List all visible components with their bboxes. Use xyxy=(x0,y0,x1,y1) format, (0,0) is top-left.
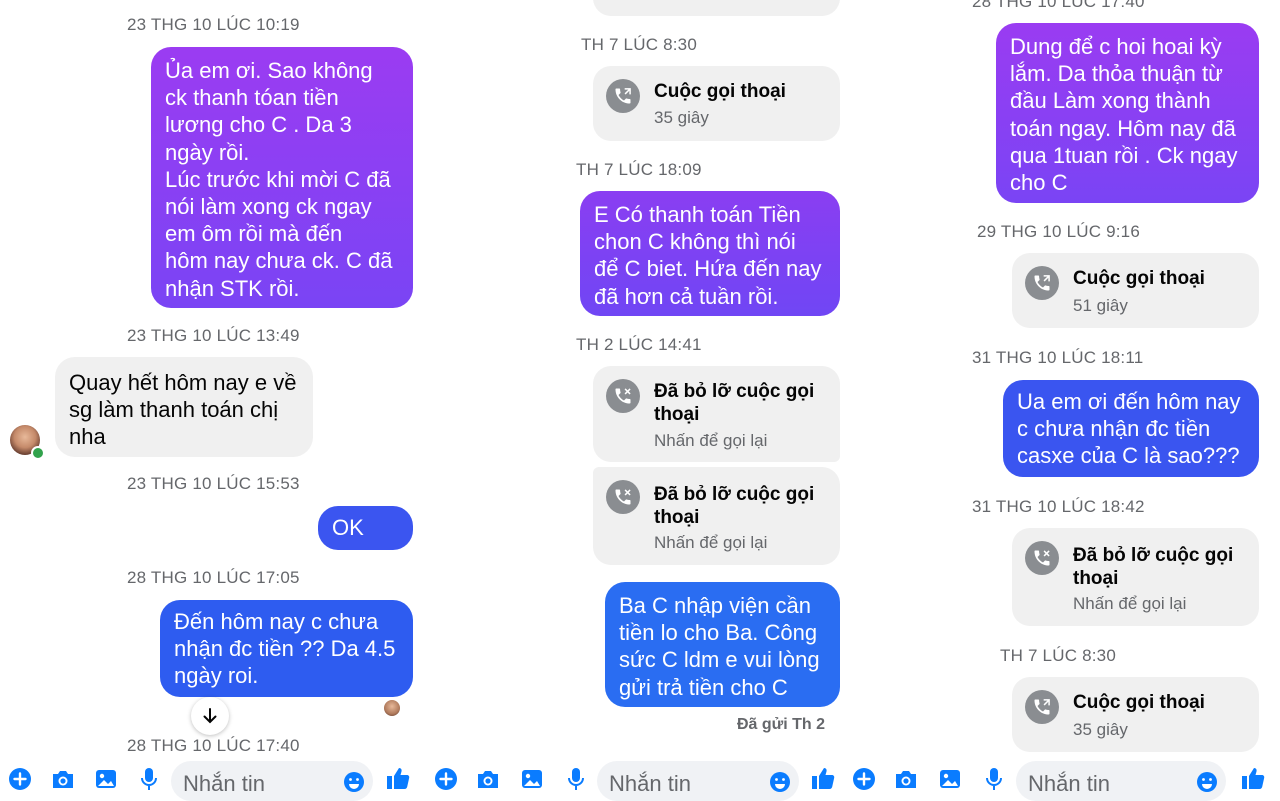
timestamp: 23 THG 10 LÚC 15:53 xyxy=(127,474,300,493)
scroll-down-button[interactable] xyxy=(191,697,229,735)
chat-panel-2: TH 7 LÚC 8:30 Cuộc gọi thoại 35 giây TH … xyxy=(428,0,852,794)
phone-icon xyxy=(606,79,640,113)
timestamp: 23 THG 10 LÚC 10:19 xyxy=(127,15,300,34)
timestamp: 23 THG 10 LÚC 13:49 xyxy=(127,326,300,345)
sent-message[interactable]: Dung để c hoi hoai kỳ lắm. Da thỏa thuận… xyxy=(996,23,1259,203)
call-callback-hint: Nhấn để gọi lại xyxy=(654,533,768,552)
timestamp: 28 THG 10 LÚC 17:05 xyxy=(127,568,300,587)
thumbs-up-icon[interactable] xyxy=(810,765,836,791)
missed-call-icon xyxy=(606,480,640,514)
call-title: Cuộc gọi thoại xyxy=(1073,692,1205,713)
arrow-down-icon xyxy=(203,708,217,724)
missed-call-icon xyxy=(1025,541,1059,575)
image-icon[interactable] xyxy=(938,767,962,791)
timestamp: 31 THG 10 LÚC 18:11 xyxy=(972,348,1144,367)
call-callback-hint: Nhấn để gọi lại xyxy=(654,431,768,450)
camera-icon[interactable] xyxy=(893,767,919,791)
phone-icon xyxy=(1025,690,1059,724)
composer-bar-3: Nhắn tin xyxy=(853,757,1280,801)
message-input-placeholder: Nhắn tin xyxy=(1028,771,1110,796)
timestamp: TH 7 LÚC 8:30 xyxy=(581,35,697,54)
image-icon[interactable] xyxy=(520,767,544,791)
online-status-dot xyxy=(31,446,45,460)
sent-message[interactable]: Ba C nhập viện cần tiền lo cho Ba. Công … xyxy=(605,582,840,707)
camera-icon[interactable] xyxy=(50,767,76,791)
missed-call-bubble[interactable]: Đã bỏ lỡ cuộc gọi thoại Nhấn để gọi lại xyxy=(593,366,840,462)
received-message[interactable]: Quay hết hôm nay e về sg làm thanh toán … xyxy=(55,357,313,457)
microphone-icon[interactable] xyxy=(140,767,158,791)
call-callback-hint: Nhấn để gọi lại xyxy=(1073,594,1187,613)
sent-message[interactable]: Đến hôm nay c chưa nhận đc tiền ?? Da 4.… xyxy=(160,600,413,697)
missed-call-icon xyxy=(606,379,640,413)
chat-panel-3: 28 THG 10 LÚC 17:40 Dung để c hoi hoai k… xyxy=(856,0,1280,794)
call-duration: 35 giây xyxy=(654,108,709,127)
missed-call-bubble[interactable]: Đã bỏ lỡ cuộc gọi thoại Nhấn để gọi lại xyxy=(1012,528,1259,626)
plus-circle-icon[interactable] xyxy=(8,767,32,791)
emoji-icon[interactable] xyxy=(769,771,791,793)
missed-call-bubble[interactable]: Đã bỏ lỡ cuộc gọi thoại Nhấn để gọi lại xyxy=(593,467,840,565)
timestamp: TH 7 LÚC 8:30 xyxy=(1000,646,1116,665)
phone-icon xyxy=(1025,266,1059,300)
emoji-icon[interactable] xyxy=(1196,771,1218,793)
message-input-placeholder: Nhắn tin xyxy=(609,771,691,796)
timestamp: 29 THG 10 LÚC 9:16 xyxy=(977,222,1140,241)
camera-icon[interactable] xyxy=(475,767,501,791)
thumbs-up-icon[interactable] xyxy=(1240,765,1266,791)
message-input-placeholder: Nhắn tin xyxy=(183,771,265,796)
call-title: Đã bỏ lỡ cuộc gọi thoại xyxy=(654,381,815,425)
emoji-icon[interactable] xyxy=(343,771,365,793)
call-title: Đã bỏ lỡ cuộc gọi thoại xyxy=(1073,545,1234,589)
image-icon[interactable] xyxy=(94,767,118,791)
message-input[interactable]: Nhắn tin xyxy=(1016,761,1226,801)
call-duration: 35 giây xyxy=(1073,720,1128,739)
plus-circle-icon[interactable] xyxy=(852,767,876,791)
call-title: Cuộc gọi thoại xyxy=(654,81,786,102)
thumbs-up-icon[interactable] xyxy=(385,765,411,791)
microphone-icon[interactable] xyxy=(985,767,1003,791)
sent-message[interactable]: E Có thanh toán Tiền chon C không thì nó… xyxy=(580,191,840,316)
seen-avatar xyxy=(384,700,400,716)
timestamp: TH 7 LÚC 18:09 xyxy=(576,160,702,179)
delivery-status: Đã gửi Th 2 xyxy=(737,716,826,733)
sent-message[interactable]: Ủa em ơi. Sao không ck thanh tóan tiền l… xyxy=(151,47,413,308)
timestamp: 28 THG 10 LÚC 17:40 xyxy=(972,0,1145,11)
sent-message[interactable]: OK em xyxy=(318,506,413,567)
voice-call-bubble[interactable]: Cuộc gọi thoại 35 giây xyxy=(593,66,840,141)
call-bubble-top-partial[interactable] xyxy=(593,0,840,16)
composer-bar-2: Nhắn tin xyxy=(428,757,852,801)
call-title: Đã bỏ lỡ cuộc gọi thoại xyxy=(654,484,815,528)
timestamp: TH 2 LÚC 14:41 xyxy=(576,335,702,354)
microphone-icon[interactable] xyxy=(567,767,585,791)
timestamp: 28 THG 10 LÚC 17:40 xyxy=(127,736,300,755)
message-input[interactable]: Nhắn tin xyxy=(597,761,799,801)
voice-call-bubble[interactable]: Cuộc gọi thoại 51 giây xyxy=(1012,253,1259,328)
chat-panel-1: 23 THG 10 LÚC 10:19 Ủa em ơi. Sao không … xyxy=(0,0,424,794)
plus-circle-icon[interactable] xyxy=(434,767,458,791)
composer-bar-1: Nhắn tin xyxy=(0,757,424,801)
sent-message[interactable]: Ua em ơi đến hôm nay c chưa nhận đc tiền… xyxy=(1003,380,1259,477)
message-input[interactable]: Nhắn tin xyxy=(171,761,373,801)
call-duration: 51 giây xyxy=(1073,296,1128,315)
call-title: Cuộc gọi thoại xyxy=(1073,268,1205,289)
timestamp: 31 THG 10 LÚC 18:42 xyxy=(972,497,1145,516)
voice-call-bubble[interactable]: Cuộc gọi thoại 35 giây xyxy=(1012,677,1259,752)
